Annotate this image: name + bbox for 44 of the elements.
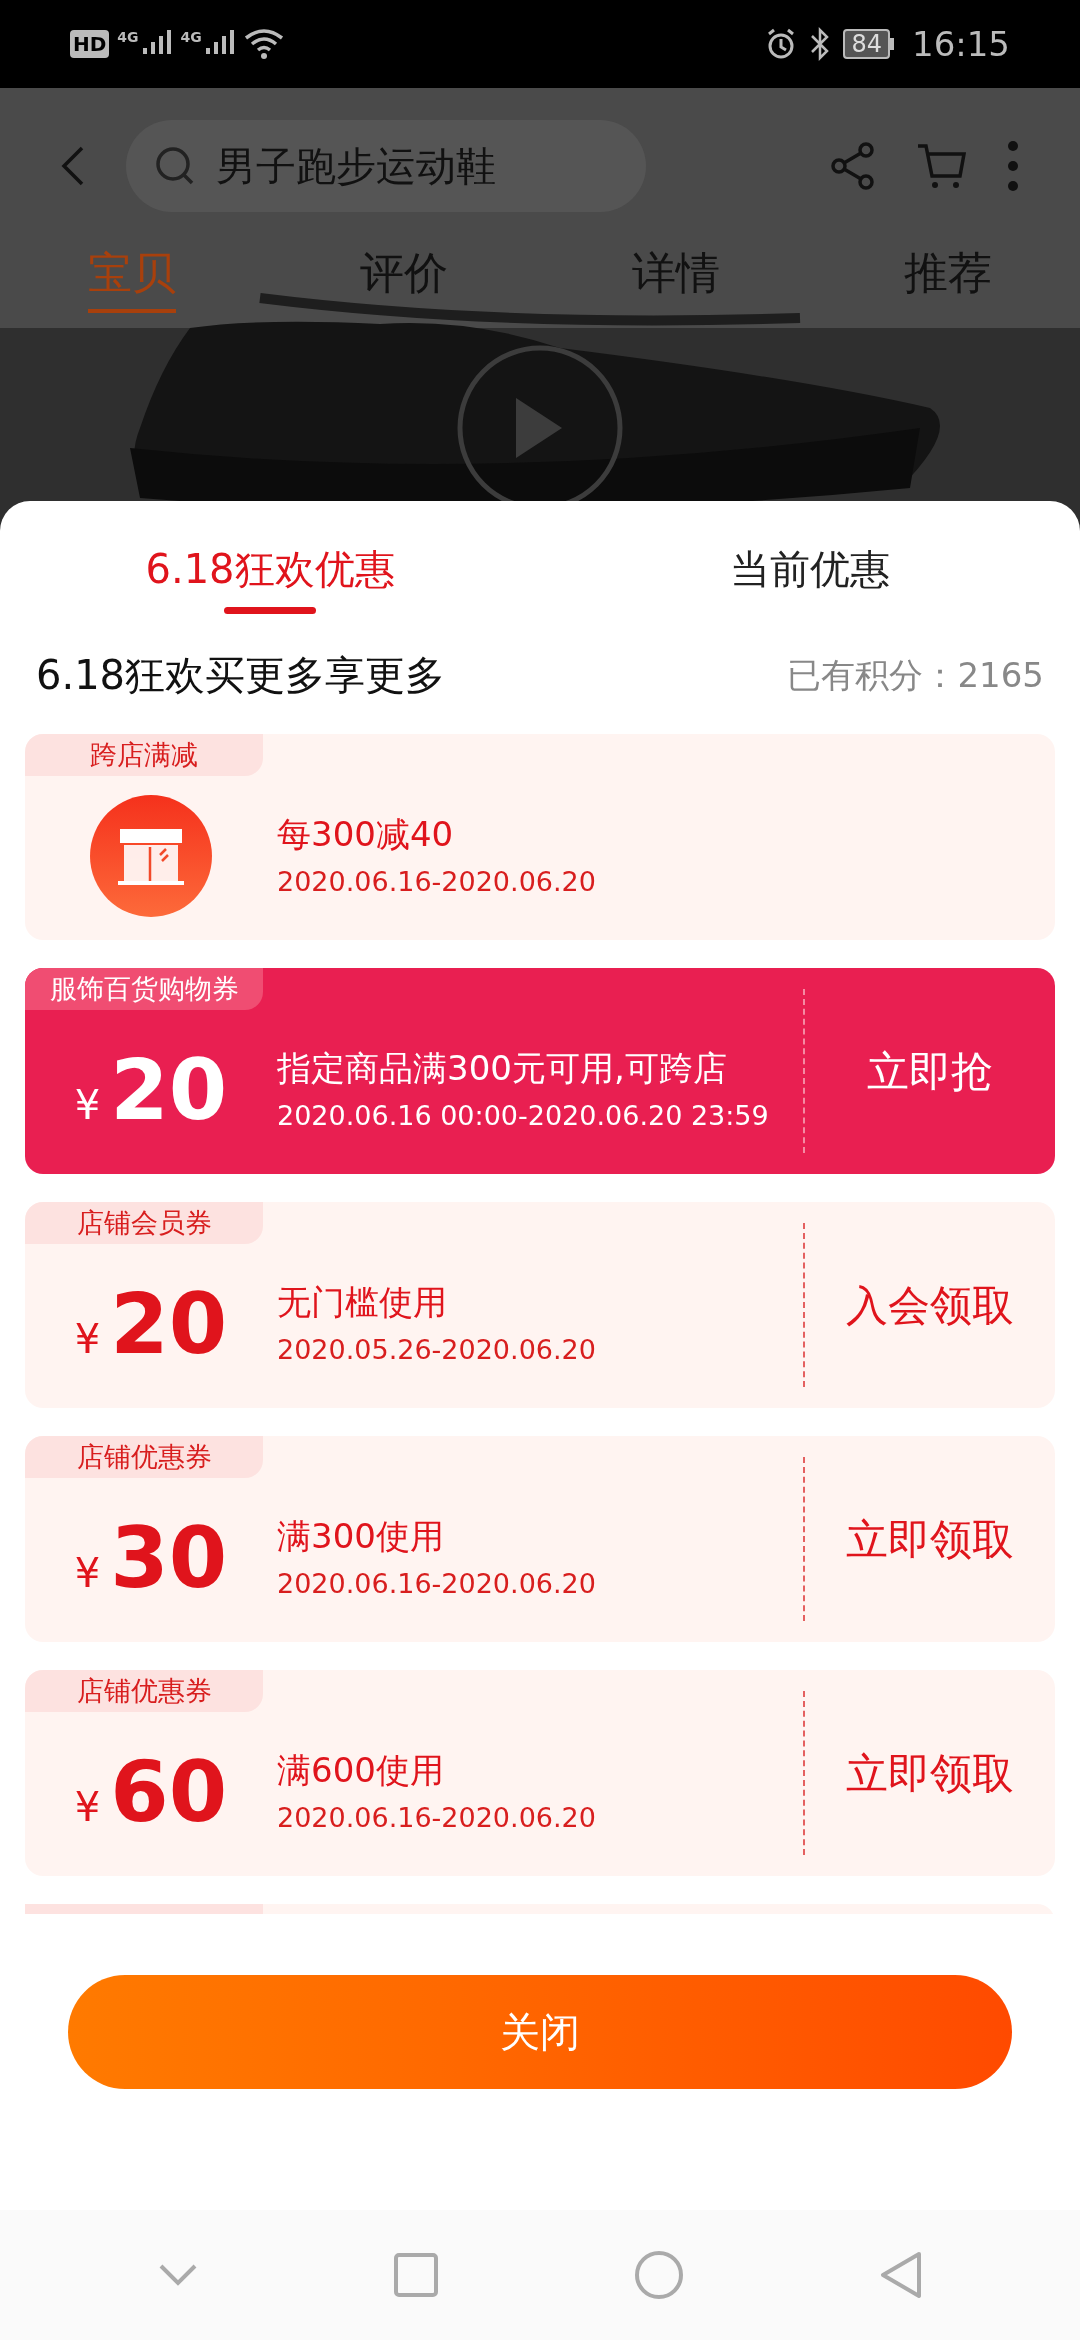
- close-button[interactable]: 关闭: [68, 1975, 1012, 2089]
- offer-tag: 跨店满减: [25, 734, 263, 776]
- offer-rule: 无门槛使用: [277, 1281, 448, 1324]
- sheet-title: 6.18狂欢买更多享更多: [36, 651, 446, 700]
- search-icon: [154, 144, 196, 187]
- offer-tag: 店铺优惠券: [25, 1670, 263, 1712]
- search-field[interactable]: 男子跑步运动鞋: [126, 119, 646, 212]
- wifi-icon: [243, 28, 284, 60]
- collapse-icon[interactable]: [157, 2263, 198, 2287]
- coupon-amount: ¥20: [74, 1279, 228, 1369]
- offer-period: 2020.06.16-2020.06.20: [277, 1801, 597, 1835]
- battery-indicator: 84: [843, 29, 890, 59]
- offer-period: 2020.06.16-2020.06.20: [277, 865, 597, 899]
- hd-badge: HD: [70, 30, 110, 58]
- offer-tab[interactable]: 当前优惠: [730, 541, 890, 597]
- recents-icon[interactable]: [392, 2252, 439, 2298]
- store-icon: [90, 795, 212, 917]
- offer-tag: 店铺会员券: [25, 1202, 263, 1244]
- home-icon[interactable]: [633, 2250, 684, 2300]
- offer-rule: 每300减40: [277, 813, 455, 856]
- more-icon[interactable]: [1006, 139, 1020, 192]
- coupon-amount: ¥60: [74, 1747, 228, 1837]
- offer-period: 2020.06.16 00:00-2020.06.20 23:59: [277, 1099, 770, 1133]
- claim-button[interactable]: 立即领取: [805, 1507, 1055, 1571]
- offer-tag: 服饰百货购物券: [25, 968, 263, 1010]
- clock: 16:15: [912, 22, 1010, 66]
- coupon-amount: ¥30: [74, 1513, 228, 1603]
- offer-tab[interactable]: 6.18狂欢优惠: [145, 541, 395, 597]
- offer-tag: 店铺优惠券: [25, 1436, 263, 1478]
- network-label: 4G: [180, 30, 202, 44]
- offer-rule: 满300使用: [277, 1515, 445, 1558]
- coupon-amount: ¥20: [74, 1045, 228, 1135]
- claim-button[interactable]: 立即抢: [805, 1039, 1055, 1103]
- share-icon[interactable]: [830, 140, 876, 191]
- claim-button[interactable]: 立即领取: [805, 1741, 1055, 1805]
- cart-icon[interactable]: [916, 141, 966, 190]
- back-nav-icon[interactable]: [878, 2250, 923, 2300]
- offer-period: 2020.05.26-2020.06.20: [277, 1333, 597, 1367]
- network-label: 4G: [117, 30, 139, 44]
- offer-rule: 满600使用: [277, 1749, 445, 1792]
- offer-rule: 指定商品满300元可用,可跨店: [277, 1047, 728, 1090]
- offer-period: 2020.06.16-2020.06.20: [277, 1567, 597, 1601]
- claim-button[interactable]: 入会领取: [805, 1273, 1055, 1337]
- points-balance: 已有积分：2165: [787, 653, 1044, 697]
